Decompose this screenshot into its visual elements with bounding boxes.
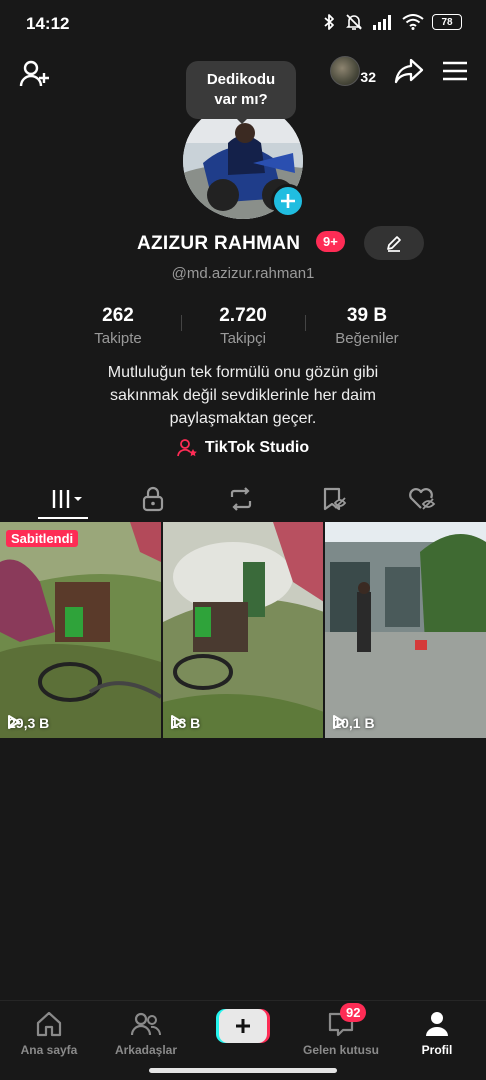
stat-followers[interactable]: 2.720 Takipçi [193,305,293,347]
stat-likes-label: Beğeniler [335,330,399,347]
video-thumbnail [0,522,161,738]
profile-bio: Mutluluğun tek formülü onu gözün gibi sa… [60,361,426,430]
profile-icon [426,1012,448,1036]
friends-icon [131,1012,161,1036]
video-thumbnail [325,522,486,738]
nav-profile[interactable]: Profil [392,1009,482,1057]
stat-following-value: 262 [102,305,134,326]
create-button[interactable] [216,1009,270,1043]
nav-home[interactable]: Ana sayfa [4,1009,94,1057]
video-tile[interactable]: 13 B [162,522,324,738]
add-friend-button[interactable] [18,58,52,92]
battery-icon: 78 [432,14,462,30]
home-icon [36,1011,62,1037]
add-user-icon [19,60,49,87]
content-tabs [0,478,486,520]
studio-user-icon [176,439,197,457]
stat-likes[interactable]: 39 B Beğeniler [317,305,417,347]
status-bubble[interactable]: Dedikodu var mı? [186,61,296,119]
nav-home-label: Ana sayfa [20,1043,78,1057]
create-plus-icon [216,1009,270,1043]
view-count: 13 B [170,715,200,731]
bubble-line-2: var mı? [214,91,268,108]
menu-icon[interactable] [442,60,468,82]
tab-liked[interactable] [392,478,452,520]
edit-profile-button[interactable] [364,226,424,260]
tab-reposts[interactable] [211,478,271,520]
name-row: AZIZUR RAHMAN 9+ [0,226,486,262]
add-story-button[interactable] [271,184,305,218]
bio-line: paylaşmaktan geçer. [169,410,317,427]
play-icon [8,715,20,729]
repost-icon [230,487,252,511]
pencil-icon [387,236,401,252]
bio-line: sakınmak değil sevdiklerinle her daim [110,387,376,404]
stat-following[interactable]: 262 Takipte [68,305,168,347]
viewer-avatar [330,56,361,86]
status-icons: 78 [322,12,462,32]
viewer-count: 32 [360,69,376,85]
bubble-tail [234,116,250,124]
nav-friends[interactable]: Arkadaşlar [101,1009,191,1057]
stat-followers-label: Takipçi [220,330,266,347]
username: @md.azizur.rahman1 [171,265,315,282]
bluetooth-icon [324,14,334,30]
lock-icon [142,486,164,512]
status-time: 14:12 [26,14,70,33]
pinned-badge: Sabitlendi [6,530,79,547]
stat-followers-value: 2.720 [219,305,267,326]
stat-likes-value: 39 B [346,305,388,326]
tiktok-studio-link[interactable]: TikTok Studio [0,438,486,458]
view-count: 29,3 B [8,715,49,731]
bubble-line-1: Dedikodu [206,71,276,88]
status-bar: 14:12 78 [0,0,486,48]
bio-line: Mutluluğun tek formülü onu gözün gibi [107,364,379,381]
tab-favorites[interactable] [304,478,364,520]
tab-videos[interactable] [38,478,98,520]
stat-divider [305,315,306,331]
stat-following-label: Takipte [94,330,142,347]
notification-badge[interactable]: 9+ [316,231,345,252]
video-grid: Sabitlendi 29,3 B 13 B 10,1 B [0,522,486,738]
profile-stats: 262 Takipte 2.720 Takipçi 39 B Beğeniler [0,305,486,351]
grid-icon [52,490,82,508]
liked-icon [409,488,436,510]
play-icon [333,715,346,729]
inbox-badge: 92 [340,1003,367,1022]
header-actions: 32 [330,56,468,86]
favorites-icon [323,487,347,511]
nav-profile-label: Profil [421,1043,453,1057]
profile-viewers-button[interactable]: 32 [330,56,376,86]
nav-inbox-label: Gelen kutusu [302,1043,379,1057]
home-indicator [149,1068,337,1073]
share-icon[interactable] [394,57,424,85]
plus-icon [281,194,295,208]
signal-icon [373,15,391,30]
view-count: 10,1 B [333,715,375,731]
mute-bell-icon [346,14,362,30]
video-tile[interactable]: 10,1 B [325,522,486,738]
wifi-icon [402,14,424,30]
video-tile[interactable]: Sabitlendi 29,3 B [0,522,161,738]
nav-friends-label: Arkadaşlar [114,1043,178,1057]
active-tab-indicator [38,517,88,519]
video-thumbnail [162,522,324,738]
play-icon [170,715,183,729]
tab-private[interactable] [123,478,183,520]
studio-link-label: TikTok Studio [204,439,310,456]
profile-name: AZIZUR RAHMAN [137,233,301,254]
stat-divider [181,315,182,331]
